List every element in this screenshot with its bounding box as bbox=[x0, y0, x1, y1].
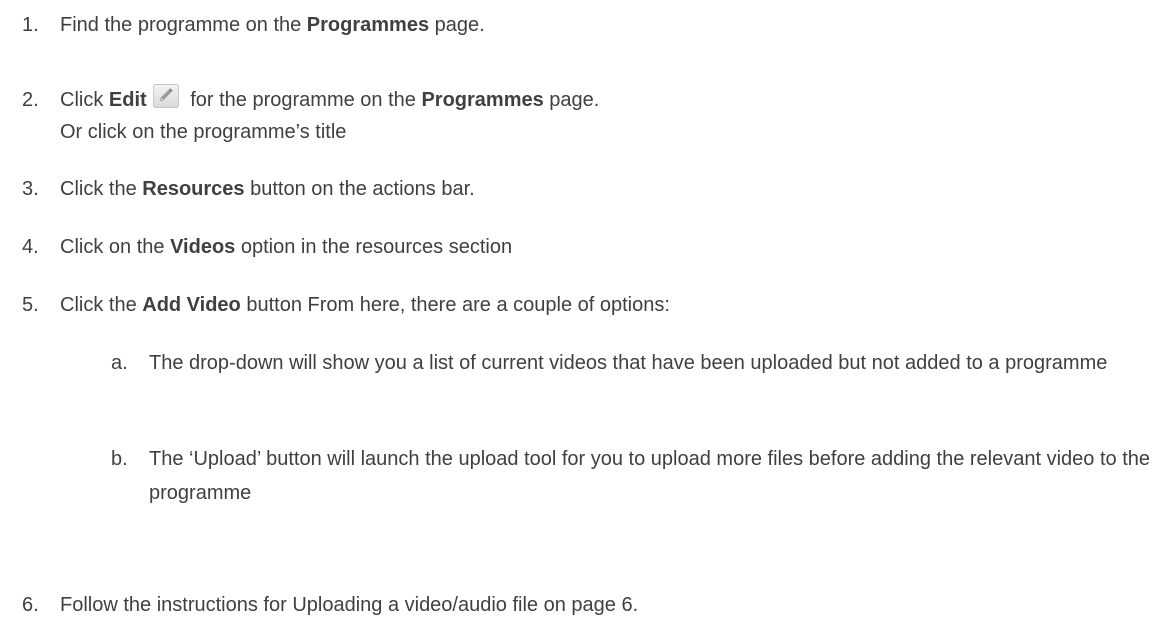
step-number: 3. bbox=[22, 178, 39, 200]
step-number: 6. bbox=[22, 594, 39, 616]
programmes-term: Programmes bbox=[306, 14, 430, 36]
programmes-term: Programmes bbox=[421, 89, 544, 111]
substep-text: The drop-down will show you a list of cu… bbox=[149, 352, 1108, 374]
step-4: 4. Click on the Videos option in the reso… bbox=[22, 232, 512, 262]
pencil-icon bbox=[152, 84, 179, 108]
substep-letter: b. bbox=[111, 448, 128, 470]
step-3: 3. Click the Resources button on the acti… bbox=[22, 174, 475, 204]
edit-term: Edit bbox=[108, 89, 147, 111]
step-2: 2. Click Edit for the programme on the Pr… bbox=[22, 84, 599, 115]
resources-term: Resources bbox=[142, 178, 245, 200]
step-number: 2. bbox=[22, 89, 39, 111]
step-2-continuation: Or click on the programme’s title bbox=[60, 121, 347, 143]
videos-term: Videos bbox=[170, 236, 236, 258]
step-number: 5. bbox=[22, 294, 39, 316]
add-video-term: Add Video bbox=[142, 294, 241, 316]
instructions-document: 1. Find the programme on the Programmes p… bbox=[0, 0, 1161, 632]
step-1: 1. Find the programme on the Programmes p… bbox=[22, 10, 485, 40]
step-6: 6. Follow the instructions for Uploading … bbox=[22, 590, 638, 620]
substep-text: The ‘Upload’ button will launch the uplo… bbox=[149, 448, 1151, 504]
step-5: 5. Click the Add Video button From here, … bbox=[22, 290, 670, 320]
step-number: 4. bbox=[22, 236, 39, 258]
substep-letter: a. bbox=[111, 352, 128, 374]
step-number: 1. bbox=[22, 14, 39, 36]
